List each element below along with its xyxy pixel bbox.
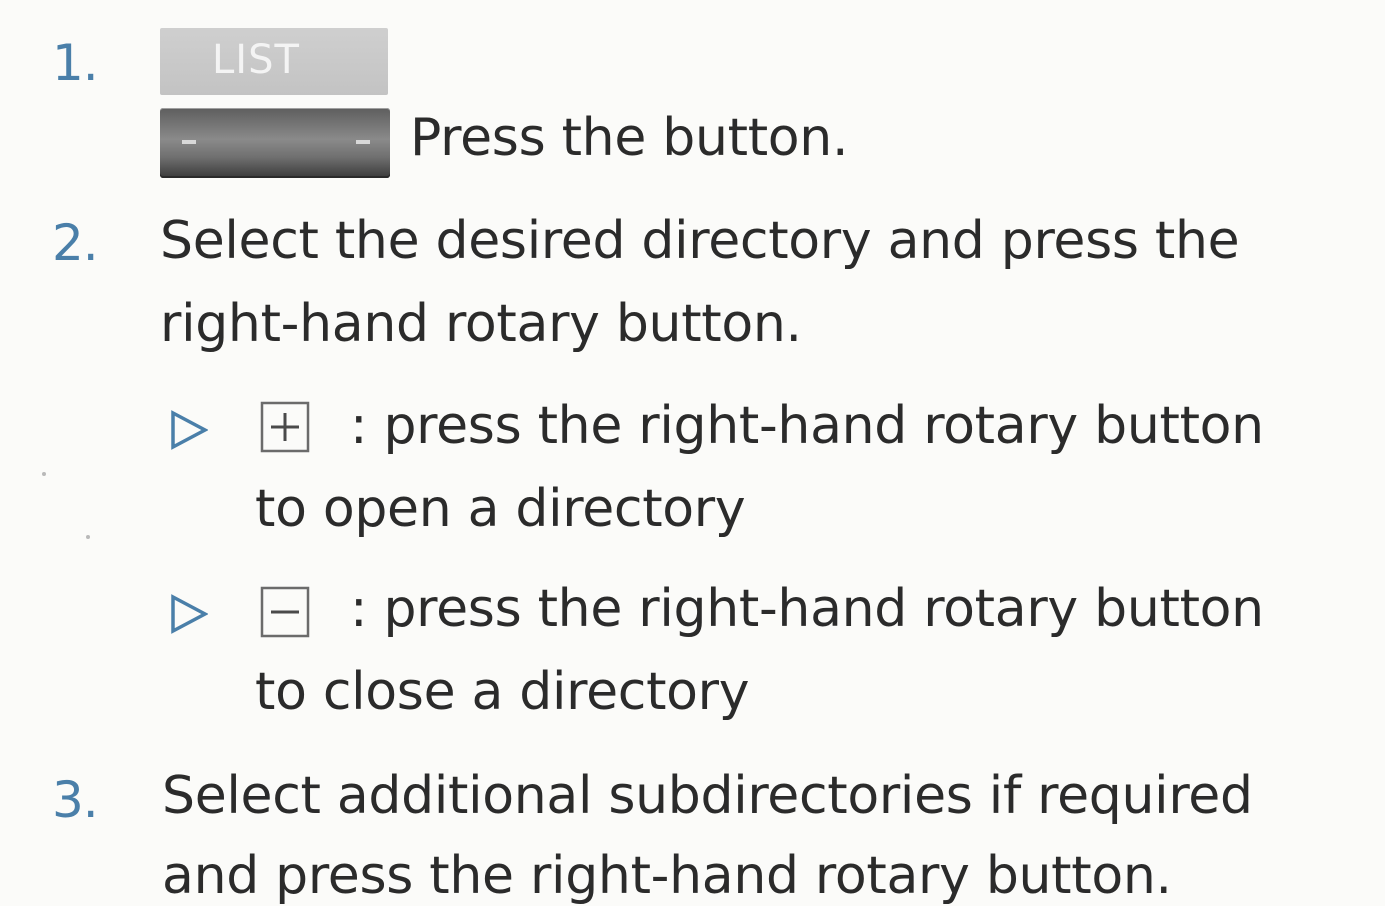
bullet-1-line-1: : press the right-hand rotary button xyxy=(350,396,1264,456)
manual-page: 1. LIST Press the button. 2. Select the … xyxy=(0,0,1385,905)
minus-right-icon xyxy=(356,140,370,144)
bullet-2-line-2: to close a directory xyxy=(255,662,750,722)
step-1-text: Press the button. xyxy=(410,108,849,168)
plus-box-icon xyxy=(260,401,310,453)
paper-speck xyxy=(86,535,90,539)
minus-left-icon xyxy=(182,140,196,144)
list-key-label: LIST xyxy=(212,37,300,83)
step-3-number: 3. xyxy=(52,771,99,829)
step-2-line-1: Select the desired directory and press t… xyxy=(160,211,1240,271)
step-2-line-2: right-hand rotary button. xyxy=(160,294,802,354)
step-2-number: 2. xyxy=(52,214,99,272)
step-3-line-2: and press the right-hand rotary button. xyxy=(162,846,1172,906)
step-3-line-1: Select additional subdirectories if requ… xyxy=(162,766,1253,826)
rocker-key-button xyxy=(160,108,390,178)
paper-speck xyxy=(42,472,46,476)
step-1-number: 1. xyxy=(52,34,99,92)
bullet-2-line-1: : press the right-hand rotary button xyxy=(350,579,1264,639)
minus-box-icon xyxy=(260,586,310,638)
triangle-bullet-icon xyxy=(171,410,208,450)
list-key-button: LIST xyxy=(160,28,388,95)
bullet-1-line-2: to open a directory xyxy=(255,479,746,539)
triangle-bullet-icon xyxy=(171,594,208,634)
